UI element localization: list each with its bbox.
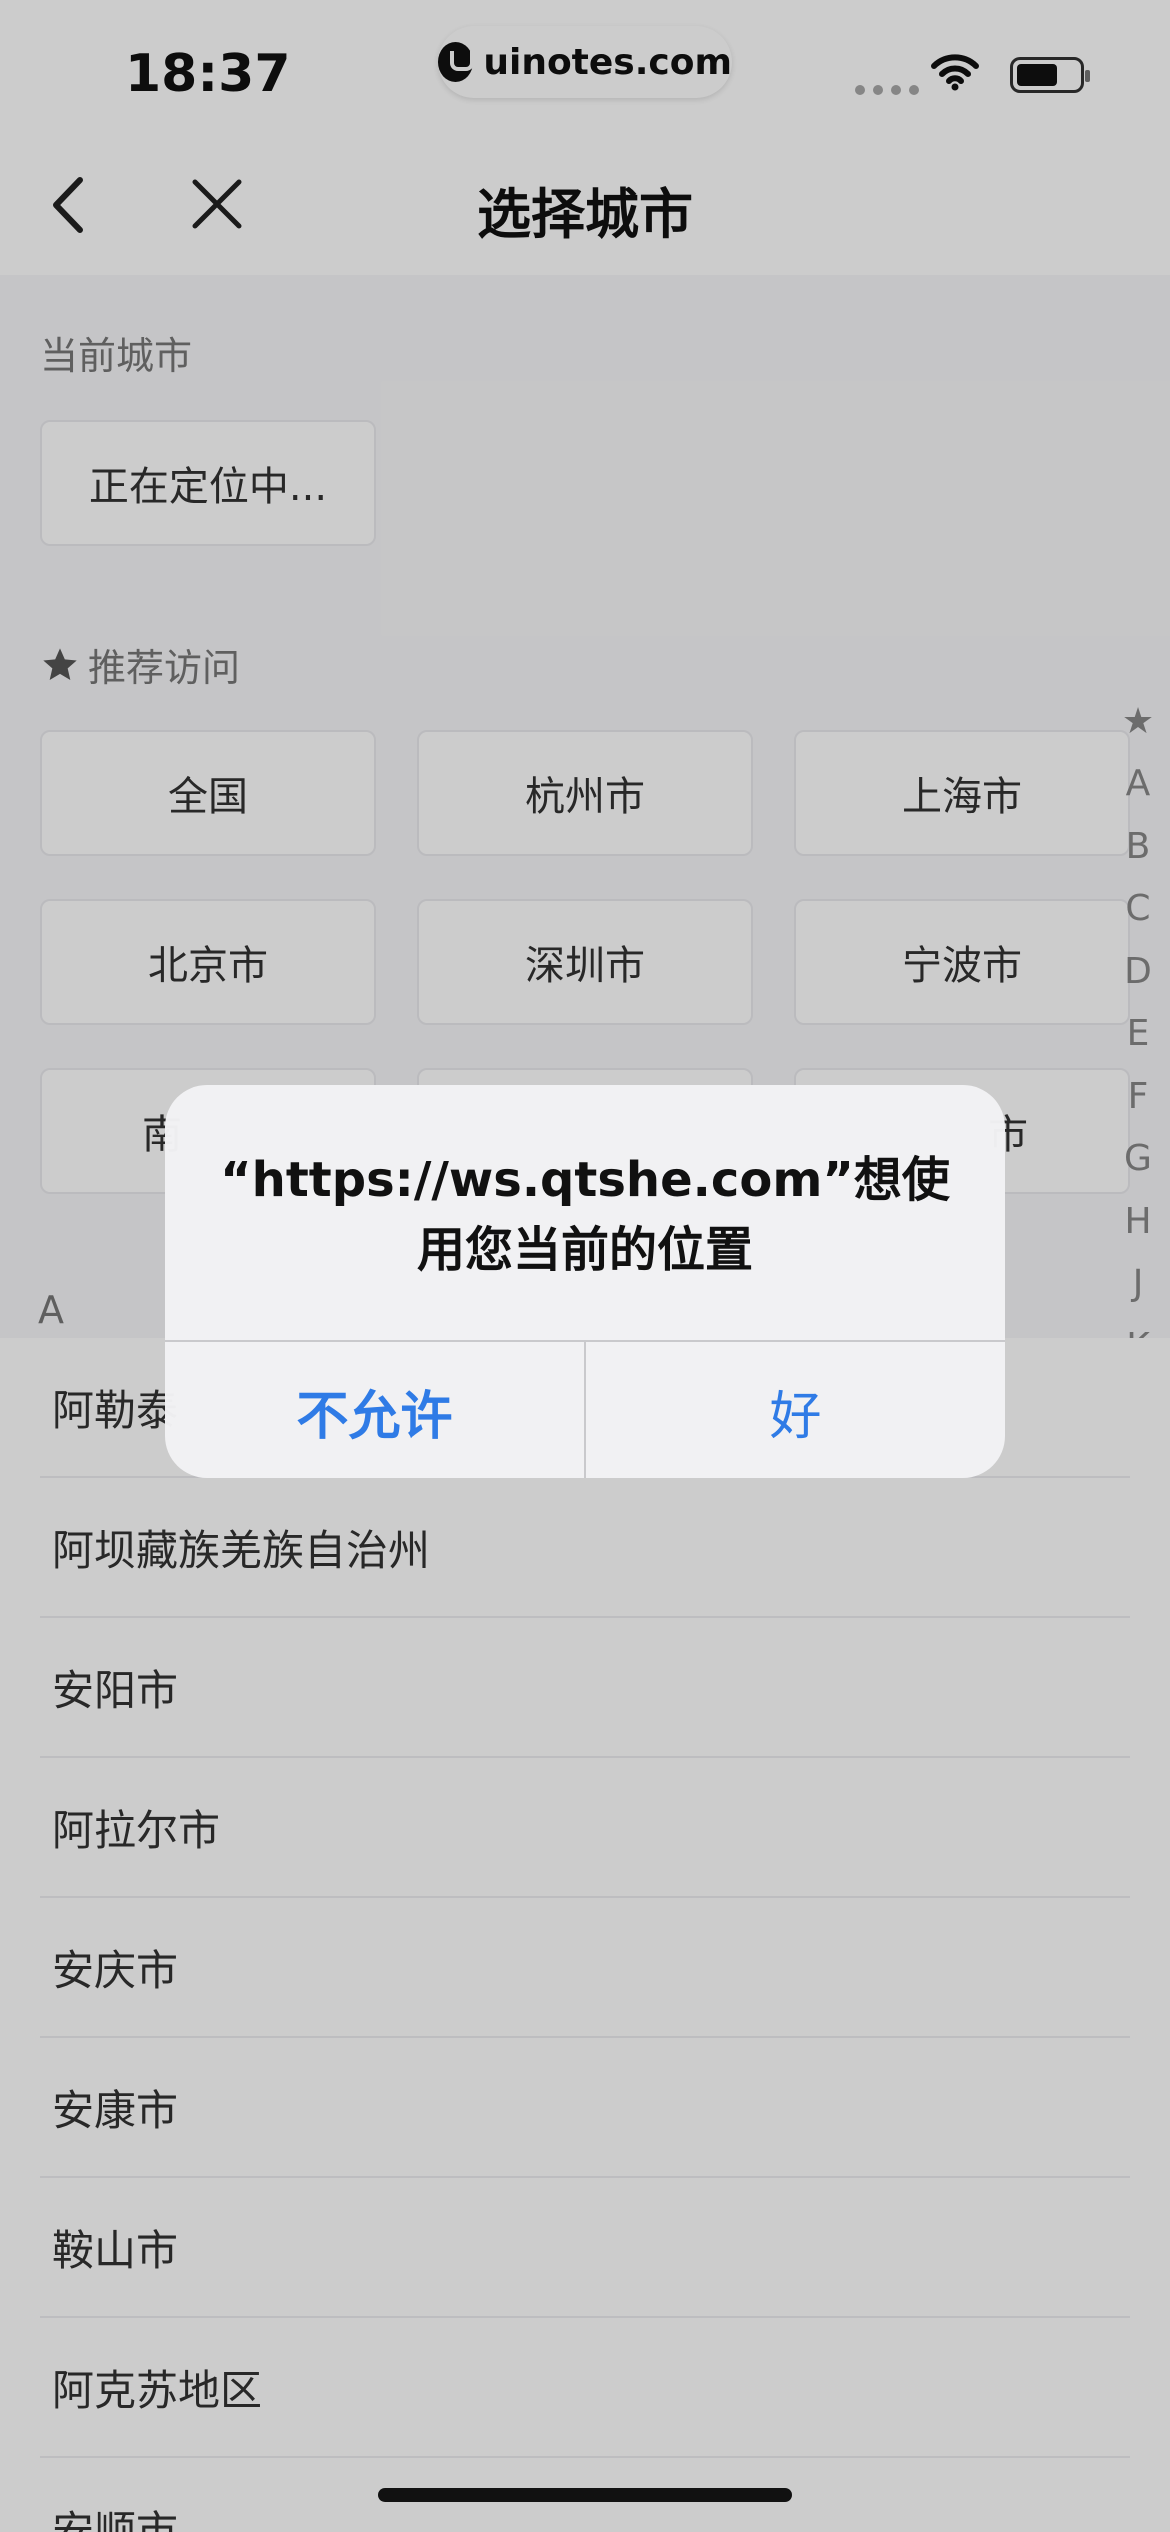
deny-button[interactable]: 不允许 [165,1342,586,1478]
dialog-actions: 不允许 好 [165,1340,1005,1478]
home-indicator[interactable] [378,2488,792,2502]
location-permission-dialog: “https://ws.qtshe.com”想使用您当前的位置 不允许 好 [165,1085,1005,1478]
dialog-message: “https://ws.qtshe.com”想使用您当前的位置 [220,1152,950,1278]
allow-button[interactable]: 好 [586,1342,1005,1478]
